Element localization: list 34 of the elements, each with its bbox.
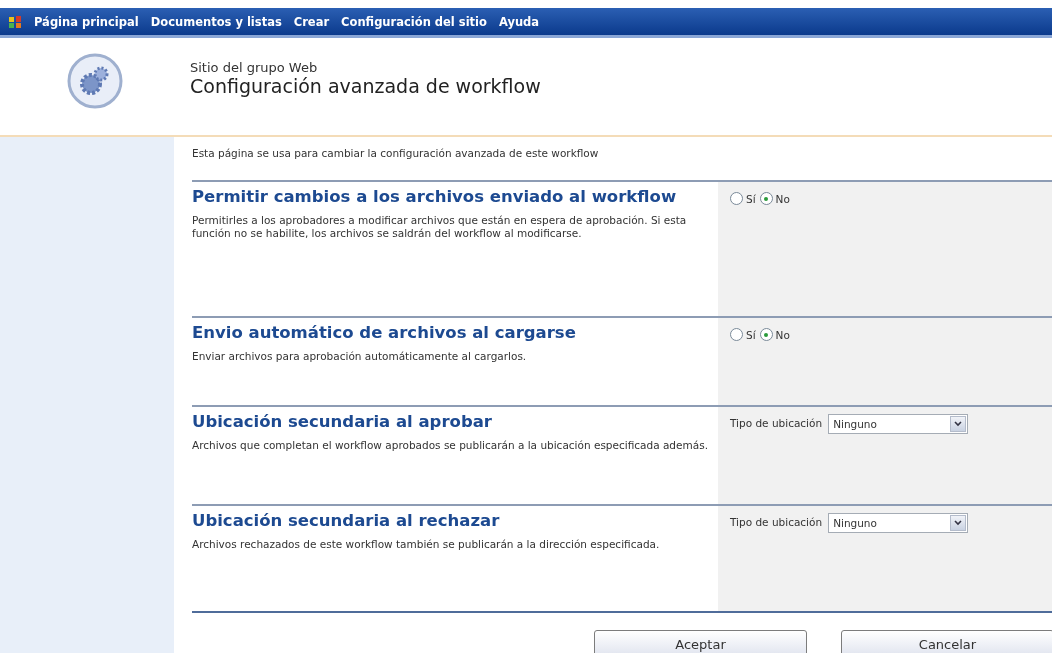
section-title: Envio automático de archivos al cargarse <box>192 322 577 343</box>
section-title: Permitir cambios a los archivos enviado al workflow <box>192 186 678 207</box>
nav-link[interactable]: Ayuda <box>498 14 540 29</box>
radio-button[interactable] <box>759 192 773 205</box>
intro-text: Esta página se usa para cambiar la configuración avanzada de este workflow <box>192 146 600 161</box>
nav-link[interactable]: Documentos y listas <box>150 14 282 29</box>
field-label: Tipo de ubicación <box>730 516 823 528</box>
nav-link[interactable]: Página principal <box>34 14 139 29</box>
caret-icon <box>954 520 963 526</box>
nav-link[interactable]: Crear <box>293 14 330 29</box>
nav-link[interactable]: Configuración del sitio <box>341 14 487 29</box>
site-icon <box>8 14 22 29</box>
caret-icon <box>954 421 963 427</box>
radio-label: Sí <box>746 328 756 341</box>
site-name: Sitio del grupo Web <box>190 60 319 75</box>
location-type-dropdown[interactable]: Ninguno <box>828 513 969 533</box>
location-type-dropdown[interactable]: Ninguno <box>828 414 969 434</box>
gears-icon <box>67 52 123 109</box>
section-description: Enviar archivos para aprobación automáticamente al cargarlos. <box>192 350 528 363</box>
section-description: Archivos que completan el workflow aprobados se publicarán a la ubicación especificada además. <box>192 439 709 452</box>
radio-button[interactable] <box>730 328 743 341</box>
section-description: Archivos rechazados de este workflow también se publicarán a la dirección especificada. <box>192 538 661 551</box>
radio-button[interactable] <box>759 328 773 341</box>
radio-label: No <box>775 328 790 341</box>
field-label: Tipo de ubicación <box>730 417 823 429</box>
radio-label: No <box>775 192 790 205</box>
section-title: Ubicación secundaria al rechazar <box>192 510 501 531</box>
page-title: Configuración avanzada de workflow <box>190 75 541 97</box>
radio-label: Sí <box>746 192 756 205</box>
radio-button[interactable] <box>730 192 743 205</box>
action-button[interactable]: Cancelar <box>841 630 1052 653</box>
section-title: Ubicación secundaria al aprobar <box>192 411 493 432</box>
section-description: Permitirles a los aprobadores a modificar archivos que están en espera de aprobación. Si esta función no se habilite, los archivos se saldrán del workflow al modificarse. <box>192 214 688 240</box>
action-button[interactable]: Aceptar <box>594 630 807 653</box>
